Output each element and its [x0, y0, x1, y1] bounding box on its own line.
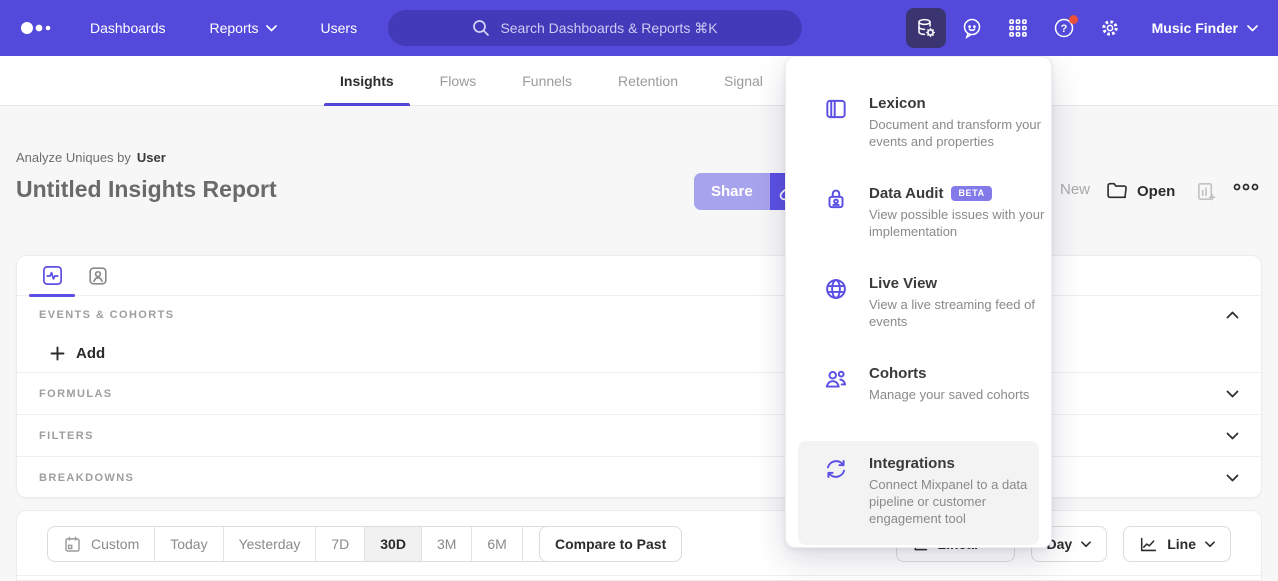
ellipsis-icon: [1232, 181, 1260, 193]
tab-funnels[interactable]: Funnels: [506, 56, 588, 106]
more-options-button[interactable]: [1232, 181, 1260, 193]
events-cohorts-section-header[interactable]: EVENTS & COHORTS: [17, 296, 1261, 334]
chevron-up-icon[interactable]: [1226, 311, 1239, 319]
data-audit-lock-icon: [823, 186, 849, 212]
add-event-button[interactable]: Add: [17, 334, 1261, 373]
chevron-down-icon: [1247, 25, 1258, 32]
svg-text:?: ?: [1060, 23, 1067, 35]
apps-grid-icon: [1007, 17, 1029, 39]
live-view-globe-icon: [823, 276, 849, 302]
search-placeholder: Search Dashboards & Reports ⌘K: [500, 20, 717, 37]
person-card-icon: [87, 265, 109, 287]
apps-grid-button[interactable]: [998, 8, 1038, 48]
data-management-button[interactable]: [906, 8, 946, 48]
nav-links: Dashboards Reports Users: [90, 20, 357, 36]
lexicon-book-icon: [823, 96, 849, 122]
tab-retention[interactable]: Retention: [602, 56, 694, 106]
chevron-down-icon: [1081, 541, 1091, 548]
tab-metrics-view[interactable]: [29, 256, 75, 296]
menu-item-lexicon[interactable]: Lexicon Document and transform your even…: [798, 81, 1039, 171]
mixpanel-logo-icon[interactable]: [20, 20, 54, 36]
cohorts-people-icon: [823, 366, 849, 392]
range-6m[interactable]: 6M: [471, 527, 521, 561]
calendar-icon: [63, 535, 82, 554]
range-7d[interactable]: 7D: [315, 527, 364, 561]
chevron-down-icon: [266, 25, 277, 32]
top-navigation-bar: Dashboards Reports Users Search Dashboar…: [0, 0, 1278, 56]
feedback-button[interactable]: [952, 8, 992, 48]
chart-plus-icon: [1196, 181, 1217, 202]
chevron-down-icon[interactable]: [1226, 474, 1239, 482]
plus-icon: [50, 346, 65, 361]
integrations-sync-icon: [823, 456, 849, 482]
notification-dot: [1069, 15, 1078, 24]
range-30d[interactable]: 30D: [364, 527, 421, 561]
range-custom[interactable]: Custom: [48, 527, 154, 561]
add-to-dashboard-button[interactable]: [1196, 181, 1217, 202]
global-search-input[interactable]: Search Dashboards & Reports ⌘K: [388, 10, 802, 46]
chevron-down-icon[interactable]: [1226, 390, 1239, 398]
query-builder-panel: EVENTS & COHORTS Add FORMULAS FILTERS BR…: [16, 255, 1262, 498]
analyze-subtitle: Analyze Uniques byUser: [16, 150, 166, 165]
events-cohorts-label: EVENTS & COHORTS: [39, 309, 174, 321]
pulse-chart-icon: [41, 264, 64, 287]
filters-section-header[interactable]: FILTERS: [17, 415, 1261, 457]
new-report-button[interactable]: New: [1060, 181, 1090, 198]
range-3m[interactable]: 3M: [421, 527, 471, 561]
toolbar-row: Custom Today Yesterday 7D 30D 3M 6M 12M …: [17, 511, 1261, 576]
breakdowns-label: BREAKDOWNS: [39, 472, 134, 484]
line-chart-icon: [1139, 536, 1158, 553]
builder-icon-tabs: [17, 256, 1261, 296]
nav-link-reports[interactable]: Reports: [210, 20, 277, 36]
nav-link-dashboards[interactable]: Dashboards: [90, 20, 166, 36]
formulas-section-header[interactable]: FORMULAS: [17, 373, 1261, 415]
project-selector[interactable]: Music Finder: [1152, 20, 1258, 36]
range-today[interactable]: Today: [154, 527, 222, 561]
nav-right-cluster: ? Music Finder: [906, 0, 1264, 56]
share-button[interactable]: Share: [694, 173, 770, 210]
menu-item-data-audit[interactable]: Data Audit BETA View possible issues wit…: [798, 171, 1039, 261]
tab-profiles-view[interactable]: [75, 256, 121, 296]
beta-badge: BETA: [951, 186, 991, 201]
nav-link-users[interactable]: Users: [321, 20, 358, 36]
chart-toolbar-panel: Custom Today Yesterday 7D 30D 3M 6M 12M …: [16, 510, 1262, 581]
feedback-smiley-icon: [960, 16, 984, 40]
menu-item-integrations[interactable]: Integrations Connect Mixpanel to a data …: [798, 441, 1039, 545]
help-button[interactable]: ?: [1044, 8, 1084, 48]
chart-type-dropdown[interactable]: Line: [1123, 526, 1231, 562]
tab-flows[interactable]: Flows: [424, 56, 493, 106]
folder-icon: [1106, 181, 1128, 201]
chevron-down-icon[interactable]: [1226, 432, 1239, 440]
data-management-dropdown-menu: Lexicon Document and transform your even…: [785, 56, 1052, 548]
search-icon: [472, 19, 490, 37]
breakdowns-section-header[interactable]: BREAKDOWNS: [17, 457, 1261, 499]
database-gear-icon: [915, 17, 937, 39]
menu-item-cohorts[interactable]: Cohorts Manage your saved cohorts: [798, 351, 1039, 441]
settings-button[interactable]: [1090, 8, 1130, 48]
tab-insights[interactable]: Insights: [324, 56, 410, 106]
compare-to-past-button[interactable]: Compare to Past: [539, 526, 682, 562]
filters-label: FILTERS: [39, 430, 94, 442]
menu-item-live-view[interactable]: Live View View a live streaming feed of …: [798, 261, 1039, 351]
chevron-down-icon: [1205, 541, 1215, 548]
analyze-entity[interactable]: User: [137, 150, 166, 165]
gear-icon: [1098, 16, 1122, 40]
formulas-label: FORMULAS: [39, 388, 113, 400]
project-name: Music Finder: [1152, 20, 1238, 36]
report-title[interactable]: Untitled Insights Report: [16, 176, 277, 203]
tab-signal[interactable]: Signal: [708, 56, 779, 106]
range-yesterday[interactable]: Yesterday: [223, 527, 316, 561]
report-tabbar: Insights Flows Funnels Retention Signal …: [0, 56, 1278, 106]
open-report-button[interactable]: Open: [1106, 181, 1175, 201]
date-range-segmented-control: Custom Today Yesterday 7D 30D 3M 6M 12M: [47, 526, 581, 562]
